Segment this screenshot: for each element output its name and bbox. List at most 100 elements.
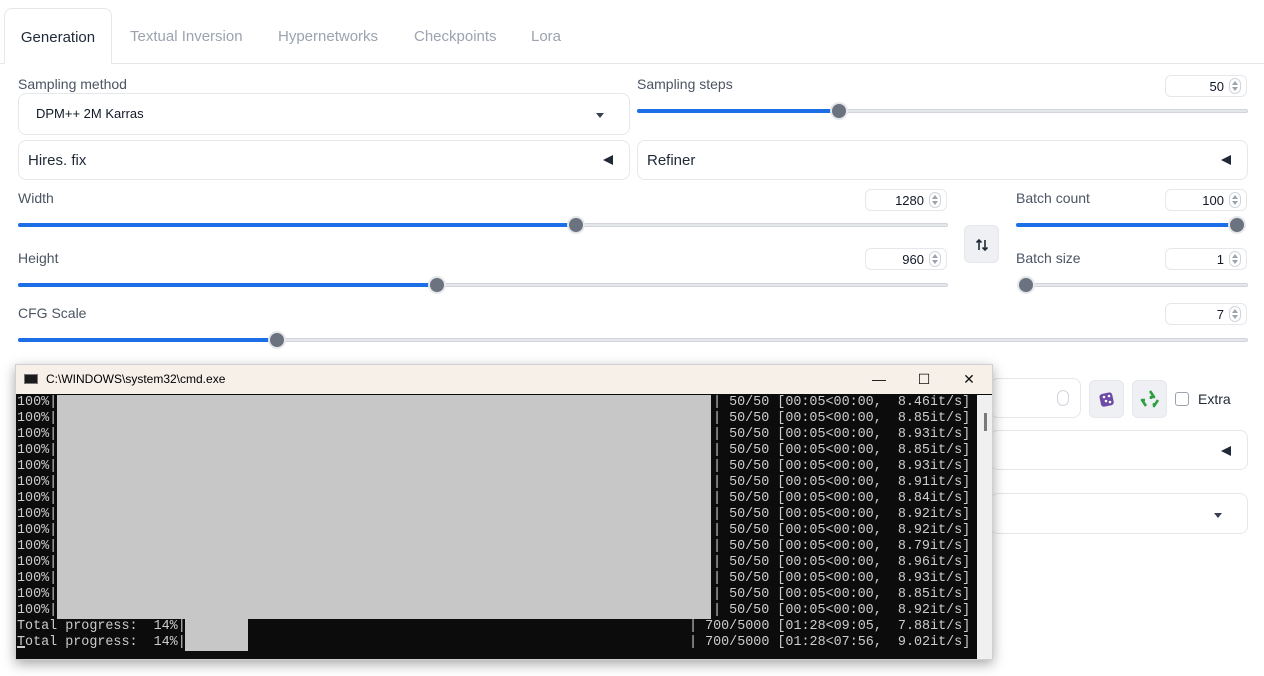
- chevron-down-icon: [1214, 513, 1222, 518]
- stepper-icon[interactable]: [1229, 306, 1241, 322]
- tab-textual-inversion[interactable]: Textual Inversion: [130, 8, 243, 64]
- close-button[interactable]: ✕: [947, 365, 991, 394]
- recycle-icon: [1140, 390, 1159, 408]
- slider-thumb[interactable]: [567, 216, 585, 234]
- batch-size-value: 1: [1216, 252, 1224, 267]
- console-line: 100%|: [17, 587, 58, 602]
- cmd-scrollbar-thumb[interactable]: [984, 413, 987, 431]
- tab-hypernetworks[interactable]: Hypernetworks: [278, 8, 378, 64]
- total-progress-stats: | 700/5000 [01:28<09:05, 7.88it/s]: [689, 619, 971, 634]
- script-dropdown[interactable]: [990, 493, 1248, 534]
- slider-fill: [1016, 223, 1236, 227]
- console-line-stats: | 50/50 [00:05<00:00, 8.85it/s]: [713, 587, 971, 602]
- sampling-steps-value: 50: [1209, 79, 1224, 94]
- collapse-arrow-icon: [1221, 155, 1231, 165]
- console-line-stats: | 50/50 [00:05<00:00, 8.79it/s]: [713, 539, 971, 554]
- console-line-stats: | 50/50 [00:05<00:00, 8.93it/s]: [713, 459, 971, 474]
- console-line-stats: | 50/50 [00:05<00:00, 8.93it/s]: [713, 571, 971, 586]
- slider-thumb[interactable]: [1228, 216, 1246, 234]
- collapse-arrow-icon: [603, 155, 613, 165]
- console-line-stats: | 50/50 [00:05<00:00, 8.84it/s]: [713, 491, 971, 506]
- console-line-stats: | 50/50 [00:05<00:00, 8.85it/s]: [713, 411, 971, 426]
- console-line: 100%|: [17, 603, 58, 618]
- progress-bar-fill: [57, 587, 711, 603]
- sampling-method-dropdown[interactable]: DPM++ 2M Karras: [18, 93, 630, 135]
- cfg-scale-label: CFG Scale: [18, 305, 87, 321]
- total-progress-line: Total progress: 14%|: [17, 635, 186, 650]
- swap-dimensions-button[interactable]: [964, 225, 999, 263]
- progress-bar-fill: [57, 603, 711, 619]
- sampling-steps-slider[interactable]: [637, 102, 1248, 120]
- cfg-scale-input[interactable]: 7: [1165, 303, 1247, 325]
- height-slider[interactable]: [18, 276, 948, 294]
- batch-size-slider[interactable]: [1017, 276, 1248, 294]
- console-line-stats: | 50/50 [00:05<00:00, 8.92it/s]: [713, 507, 971, 522]
- maximize-button[interactable]: ☐: [902, 365, 946, 394]
- script-accordion[interactable]: [990, 430, 1248, 470]
- console-line-stats: | 50/50 [00:05<00:00, 8.92it/s]: [713, 523, 971, 538]
- stepper-icon[interactable]: [1229, 78, 1241, 94]
- stepper-icon[interactable]: [1057, 390, 1069, 406]
- width-label: Width: [18, 190, 54, 206]
- chevron-down-icon: [596, 113, 604, 118]
- refiner-accordion[interactable]: Refiner: [637, 140, 1248, 180]
- stepper-icon[interactable]: [929, 192, 941, 208]
- stepper-icon[interactable]: [1229, 192, 1241, 208]
- stepper-icon[interactable]: [929, 251, 941, 267]
- slider-thumb[interactable]: [428, 276, 446, 294]
- console-line-stats: | 50/50 [00:05<00:00, 8.96it/s]: [713, 555, 971, 570]
- console-line: 100%|: [17, 427, 58, 442]
- batch-count-slider[interactable]: [1016, 216, 1246, 234]
- extra-label: Extra: [1198, 391, 1231, 407]
- progress-bar-fill: [57, 571, 711, 587]
- tab-checkpoints[interactable]: Checkpoints: [414, 8, 497, 64]
- total-progress-line: Total progress: 14%|: [17, 619, 186, 634]
- collapse-arrow-icon: [1221, 446, 1231, 456]
- cfg-scale-value: 7: [1216, 307, 1224, 322]
- slider-thumb[interactable]: [268, 331, 286, 349]
- cmd-titlebar[interactable]: C:\WINDOWS\system32\cmd.exe — ☐ ✕: [16, 365, 992, 394]
- seed-input[interactable]: [990, 378, 1081, 418]
- console-output: 100%| | 50/50 [00:05<00:00, 8.46it/s] 100%…: [16, 395, 976, 659]
- console-line: 100%|: [17, 411, 58, 426]
- sampling-steps-label: Sampling steps: [637, 76, 733, 92]
- width-input[interactable]: 1280: [865, 189, 947, 211]
- progress-bar-fill: [57, 539, 711, 555]
- progress-bar-fill: [57, 475, 711, 491]
- batch-count-value: 100: [1202, 193, 1224, 208]
- progress-bar-fill: [57, 555, 711, 571]
- height-value: 960: [902, 252, 924, 267]
- cmd-scrollbar[interactable]: [977, 395, 992, 659]
- total-progress-stats: | 700/5000 [01:28<07:56, 9.02it/s]: [689, 635, 971, 650]
- console-line: 100%|: [17, 523, 58, 538]
- batch-size-input[interactable]: 1: [1165, 248, 1247, 270]
- console-line: 100%|: [17, 555, 58, 570]
- cfg-scale-slider[interactable]: [18, 331, 1248, 349]
- random-seed-button[interactable]: [1089, 380, 1124, 418]
- sampling-steps-input[interactable]: 50: [1165, 75, 1247, 97]
- slider-thumb[interactable]: [1017, 276, 1035, 294]
- console-line: 100%|: [17, 395, 58, 410]
- console-line: 100%|: [17, 539, 58, 554]
- width-slider[interactable]: [18, 216, 948, 234]
- reuse-seed-button[interactable]: [1132, 380, 1167, 418]
- swap-icon: [975, 238, 988, 252]
- tab-divider: [0, 63, 1264, 64]
- batch-count-input[interactable]: 100: [1165, 189, 1247, 211]
- batch-count-label: Batch count: [1016, 190, 1090, 206]
- stepper-icon[interactable]: [1229, 251, 1241, 267]
- minimize-button[interactable]: —: [857, 365, 901, 394]
- cmd-icon: [24, 374, 38, 384]
- sampling-method-value: DPM++ 2M Karras: [36, 106, 144, 121]
- hires-fix-accordion[interactable]: Hires. fix: [18, 140, 630, 180]
- extra-checkbox[interactable]: [1175, 392, 1189, 406]
- console-line: 100%|: [17, 491, 58, 506]
- slider-thumb[interactable]: [830, 102, 848, 120]
- tab-bar: Generation Textual Inversion Hypernetwor…: [0, 0, 1264, 64]
- tab-lora[interactable]: Lora: [531, 8, 561, 64]
- tab-generation[interactable]: Generation: [4, 8, 112, 64]
- console-line-stats: | 50/50 [00:05<00:00, 8.91it/s]: [713, 475, 971, 490]
- cmd-title: C:\WINDOWS\system32\cmd.exe: [46, 372, 226, 386]
- height-input[interactable]: 960: [865, 248, 947, 270]
- cmd-window[interactable]: C:\WINDOWS\system32\cmd.exe — ☐ ✕ 100%| |…: [15, 364, 993, 660]
